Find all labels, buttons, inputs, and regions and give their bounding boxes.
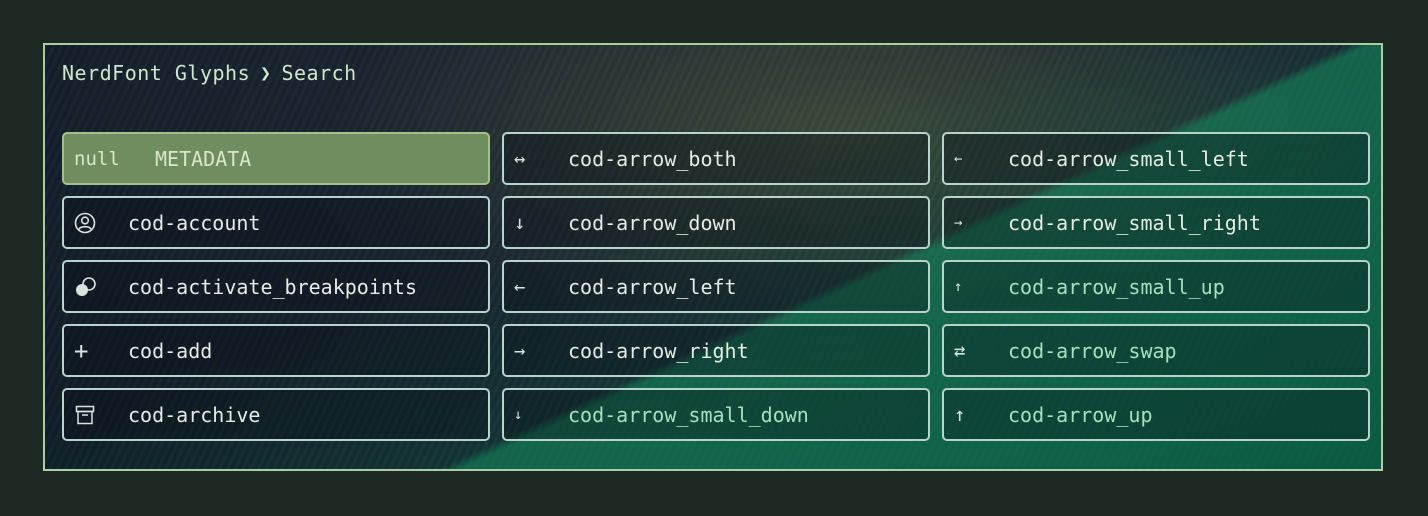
glyph-item-arrow-small-left[interactable]: ← cod-arrow_small_left	[942, 132, 1370, 185]
glyph-item-arrow-small-right[interactable]: → cod-arrow_small_right	[942, 196, 1370, 249]
glyph-item-label: cod-arrow_up	[1008, 402, 1153, 427]
glyph-item-add[interactable]: + cod-add	[62, 324, 490, 377]
glyph-item-arrow-up[interactable]: ↑ cod-arrow_up	[942, 388, 1370, 441]
glyph-item-arrow-right[interactable]: → cod-arrow_right	[502, 324, 930, 377]
glyph-item-arrow-left[interactable]: ← cod-arrow_left	[502, 260, 930, 313]
glyph-item-label: cod-arrow_swap	[1008, 338, 1177, 363]
glyph-item-label: cod-archive	[128, 402, 261, 427]
arrow-small-right-icon: →	[954, 214, 963, 231]
glyph-item-arrow-down[interactable]: ↓ cod-arrow_down	[502, 196, 930, 249]
glyph-item-label: cod-arrow_small_right	[1008, 210, 1261, 235]
glyph-item-label: cod-arrow_small_up	[1008, 274, 1225, 299]
glyph-item-label: cod-arrow_down	[568, 210, 737, 235]
glyph-item-archive[interactable]: cod-archive	[62, 388, 490, 441]
arrow-swap-icon: ⇄	[954, 339, 966, 362]
arrow-both-icon: ↔	[514, 147, 526, 170]
glyph-item-label: cod-activate_breakpoints	[128, 274, 417, 299]
glyph-item-label: cod-arrow_left	[568, 274, 737, 299]
glyph-item-label: cod-arrow_small_down	[568, 402, 809, 427]
glyph-item-account[interactable]: cod-account	[62, 196, 490, 249]
glyph-item-label: METADATA	[155, 146, 252, 171]
add-icon: +	[74, 336, 89, 365]
glyph-item-arrow-small-up[interactable]: ↑ cod-arrow_small_up	[942, 260, 1370, 313]
arrow-small-down-icon: ↓	[514, 406, 523, 423]
breadcrumb-root[interactable]: NerdFont Glyphs	[62, 61, 250, 85]
arrow-left-icon: ←	[514, 275, 526, 298]
arrow-up-icon: ↑	[954, 403, 966, 426]
glyph-item-label: cod-arrow_small_left	[1008, 146, 1249, 171]
glyph-item-arrow-small-down[interactable]: ↓ cod-arrow_small_down	[502, 388, 930, 441]
activate-breakpoints-icon	[64, 276, 128, 298]
null-label: null	[74, 147, 120, 170]
glyph-item-arrow-swap[interactable]: ⇄ cod-arrow_swap	[942, 324, 1370, 377]
arrow-small-up-icon: ↑	[954, 278, 963, 295]
glyph-item-arrow-both[interactable]: ↔ cod-arrow_both	[502, 132, 930, 185]
arrow-small-left-icon: ←	[954, 150, 963, 167]
glyph-item-label: cod-account	[128, 210, 261, 235]
archive-icon	[64, 404, 128, 426]
arrow-down-icon: ↓	[514, 211, 526, 234]
breadcrumb-separator-icon: ❯	[260, 62, 272, 84]
glyph-item-label: cod-arrow_right	[568, 338, 749, 363]
glyph-search-panel: NerdFont Glyphs ❯ Search null METADATA ↔…	[43, 43, 1383, 471]
account-icon	[64, 212, 128, 234]
glyph-item-label: cod-add	[128, 338, 213, 363]
glyph-item-activate-breakpoints[interactable]: cod-activate_breakpoints	[62, 260, 490, 313]
glyph-results-grid: null METADATA ↔ cod-arrow_both ← cod-arr…	[62, 132, 1370, 441]
breadcrumb: NerdFont Glyphs ❯ Search	[62, 61, 357, 85]
breadcrumb-current: Search	[281, 61, 357, 85]
glyph-item-metadata[interactable]: null METADATA	[62, 132, 490, 185]
glyph-item-label: cod-arrow_both	[568, 146, 737, 171]
arrow-right-icon: →	[514, 339, 526, 362]
